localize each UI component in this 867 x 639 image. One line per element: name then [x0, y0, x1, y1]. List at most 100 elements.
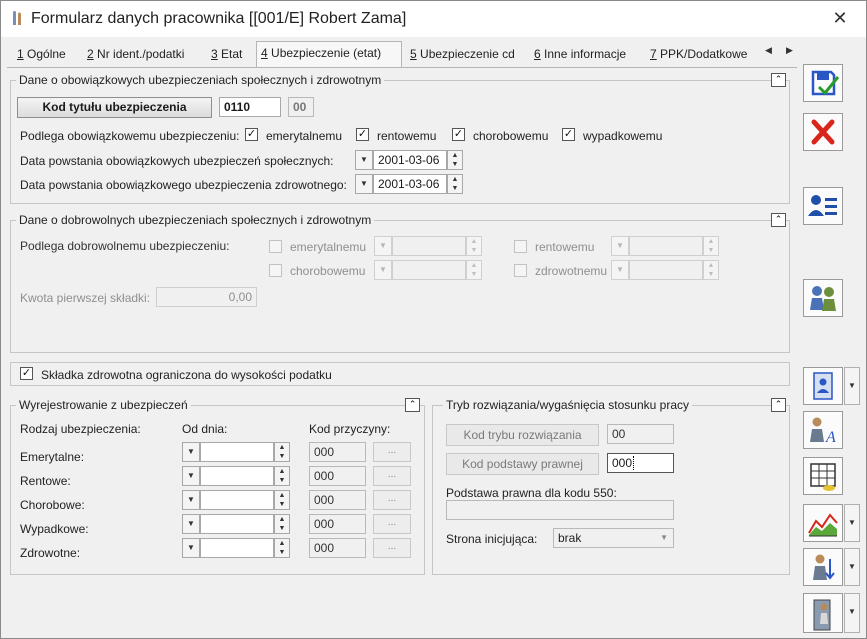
- date-spinner[interactable]: ▲ ▼: [703, 236, 719, 256]
- tab-inne-informacje[interactable]: 6 Inne informacje: [530, 43, 630, 67]
- door-person-button[interactable]: [803, 593, 843, 633]
- tab-hotkey: 4: [261, 46, 268, 60]
- dropdown-icon[interactable]: ▼: [182, 490, 200, 510]
- dropdown-icon[interactable]: ▼: [182, 538, 200, 558]
- row-date-field[interactable]: [200, 490, 274, 510]
- dropdown-icon[interactable]: ▼: [374, 260, 392, 280]
- people-button[interactable]: [803, 279, 843, 317]
- person-arrow-button[interactable]: [803, 548, 843, 586]
- vol-date-field[interactable]: [629, 260, 703, 280]
- insurance-code-button[interactable]: Kod tytułu ubezpieczenia: [17, 97, 212, 118]
- checkbox-vol-chorobowe[interactable]: [269, 264, 282, 277]
- save-button[interactable]: [803, 64, 843, 102]
- checkbox-label: zdrowotnemu: [535, 264, 608, 278]
- date-spinner[interactable]: ▲ ▼: [274, 442, 290, 462]
- checkbox-wypadkowe[interactable]: ✓: [562, 128, 575, 141]
- tab-ubezpieczenie-cd[interactable]: 5 Ubezpieczenie cd: [406, 43, 519, 67]
- legal-basis-label: Podstawa prawna dla kodu 550:: [446, 486, 617, 500]
- card-button[interactable]: [803, 187, 843, 225]
- row-date-field[interactable]: [200, 466, 274, 486]
- tab-ogolne[interactable]: 1 Ogólne: [13, 43, 70, 67]
- person-card-icon: [808, 195, 837, 216]
- row-dots-button[interactable]: ...: [373, 466, 411, 486]
- checkbox-vol-zdrowotne[interactable]: [514, 264, 527, 277]
- row-dots-button[interactable]: ...: [373, 442, 411, 462]
- collapse-icon[interactable]: ⌃: [405, 398, 420, 412]
- tab-ppk[interactable]: 7 PPK/Dodatkowe: [646, 43, 751, 67]
- date-spinner[interactable]: ▲ ▼: [703, 260, 719, 280]
- row-date-field[interactable]: [200, 538, 274, 558]
- vol-date-field[interactable]: [392, 236, 466, 256]
- document-person-button[interactable]: [803, 367, 843, 405]
- svg-text:A: A: [825, 429, 836, 446]
- chevron-down-icon[interactable]: ▼: [844, 548, 860, 586]
- row-date-field[interactable]: [200, 514, 274, 534]
- dropdown-icon[interactable]: ▼: [374, 236, 392, 256]
- dropdown-icon[interactable]: ▼: [355, 150, 373, 170]
- tab-etat[interactable]: 3 Etat: [207, 43, 246, 67]
- checkbox-rentowe[interactable]: ✓: [356, 128, 369, 141]
- first-fee-label: Kwota pierwszej składki:: [20, 291, 151, 305]
- collapse-icon[interactable]: ⌃: [771, 398, 786, 412]
- dropdown-icon[interactable]: ▼: [182, 442, 200, 462]
- legal-basis-code-field[interactable]: 000: [607, 453, 674, 473]
- checkbox-health-limit[interactable]: ✓: [20, 367, 33, 380]
- tab-scroll-right-icon[interactable]: ▶: [786, 45, 793, 56]
- row-dots-button[interactable]: ...: [373, 514, 411, 534]
- title-bar: Formularz danych pracownika [[001/E] Rob…: [1, 1, 866, 37]
- chevron-down-icon[interactable]: ▼: [844, 367, 860, 405]
- first-fee-field[interactable]: 0,00: [156, 287, 257, 307]
- insurance-code-field[interactable]: 0110: [219, 97, 281, 117]
- dropdown-icon[interactable]: ▼: [611, 236, 629, 256]
- person-text-button[interactable]: A: [803, 411, 843, 449]
- tab-hotkey: 7: [650, 47, 657, 61]
- table-button[interactable]: [803, 457, 843, 495]
- legal-basis-code-value: 000: [612, 456, 635, 470]
- dropdown-icon[interactable]: ▼: [182, 514, 200, 534]
- checkbox-vol-rentowe[interactable]: [514, 240, 527, 253]
- checkbox-label: chorobowemu: [473, 129, 549, 143]
- tab-nr-ident[interactable]: 2 Nr ident./podatki: [83, 43, 188, 67]
- collapse-icon[interactable]: ⌃: [771, 213, 786, 227]
- initiator-select[interactable]: brak ▼: [553, 528, 674, 548]
- checkbox-label: wypadkowemu: [583, 129, 663, 143]
- close-button[interactable]: ✕: [827, 7, 853, 29]
- legal-basis-code-button[interactable]: Kod podstawy prawnej: [446, 453, 599, 475]
- row-date-field[interactable]: [200, 442, 274, 462]
- person-arrow-icon: [813, 554, 835, 580]
- collapse-icon[interactable]: ⌃: [771, 73, 786, 87]
- health-limit-label: Składka zdrowotna ograniczona do wysokoś…: [41, 368, 332, 382]
- termination-mode-button[interactable]: Kod trybu rozwiązania: [446, 424, 599, 446]
- tab-scroll-left-icon[interactable]: ◀: [765, 45, 772, 56]
- dropdown-icon[interactable]: ▼: [182, 466, 200, 486]
- cancel-button[interactable]: [803, 113, 843, 151]
- date-spinner[interactable]: ▲ ▼: [274, 490, 290, 510]
- chevron-down-icon[interactable]: ▼: [844, 504, 860, 542]
- date-spinner[interactable]: ▲ ▼: [274, 466, 290, 486]
- save-icon: [811, 70, 840, 96]
- row-dots-button[interactable]: ...: [373, 538, 411, 558]
- row-code-field: 000: [309, 466, 366, 486]
- vol-date-field[interactable]: [629, 236, 703, 256]
- date-spinner[interactable]: ▲ ▼: [274, 538, 290, 558]
- date-spinner[interactable]: ▲ ▼: [466, 236, 482, 256]
- vol-date-field[interactable]: [392, 260, 466, 280]
- chart-button[interactable]: [803, 504, 843, 542]
- checkbox-chorobowe[interactable]: ✓: [452, 128, 465, 141]
- checkbox-vol-emerytalne[interactable]: [269, 240, 282, 253]
- checkbox-emerytalne[interactable]: ✓: [245, 128, 258, 141]
- date-spinner[interactable]: ▲ ▼: [447, 174, 463, 194]
- row-label: Rentowe:: [20, 474, 71, 488]
- social-date-field[interactable]: 2001-03-06: [373, 150, 447, 170]
- date-spinner[interactable]: ▲ ▼: [274, 514, 290, 534]
- date-spinner[interactable]: ▲ ▼: [466, 260, 482, 280]
- row-dots-button[interactable]: ...: [373, 490, 411, 510]
- dropdown-icon[interactable]: ▼: [355, 174, 373, 194]
- checkbox-label: rentowemu: [377, 129, 437, 143]
- tab-ubezpieczenie-etat[interactable]: 4 Ubezpieczenie (etat): [256, 41, 402, 68]
- health-date-field[interactable]: 2001-03-06: [373, 174, 447, 194]
- row-label: Zdrowotne:: [20, 546, 81, 560]
- date-spinner[interactable]: ▲ ▼: [447, 150, 463, 170]
- chevron-down-icon[interactable]: ▼: [844, 593, 860, 633]
- dropdown-icon[interactable]: ▼: [611, 260, 629, 280]
